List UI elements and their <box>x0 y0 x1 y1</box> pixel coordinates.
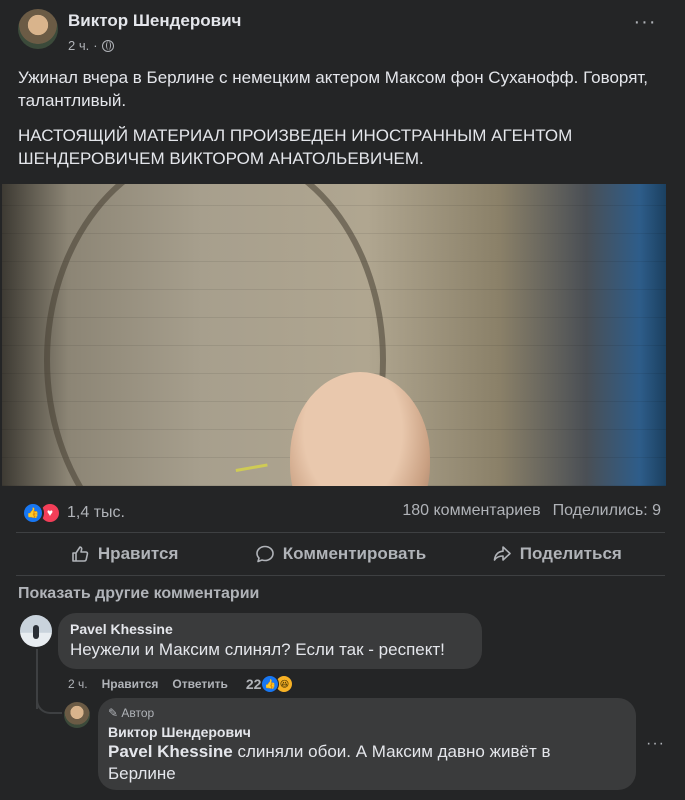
reply-bubble: ✎ Автор Виктор Шендерович Pavel Khessine… <box>98 698 636 790</box>
post-stats: 180 комментариев Поделились: 9 <box>402 502 661 520</box>
like-reaction-icon: 👍 <box>22 502 44 524</box>
reply-author-avatar[interactable] <box>64 702 90 728</box>
share-arrow-icon <box>492 544 512 564</box>
post-text-paragraph-2: НАСТОЯЩИЙ МАТЕРИАЛ ПРОИЗВЕДЕН ИНОСТРАННЫ… <box>18 126 573 168</box>
comment-meta: 2 ч. Нравится Ответить 22 👍 😆 <box>68 675 294 693</box>
reply-author-name[interactable]: Виктор Шендерович <box>108 724 251 740</box>
like-button[interactable]: Нравится <box>16 535 232 573</box>
author-badge: ✎ Автор <box>108 706 154 720</box>
share-button-label: Поделиться <box>519 544 622 563</box>
reply-text: Pavel Khessine слиняли обои. А Максим да… <box>108 741 618 785</box>
divider-bottom <box>16 575 665 576</box>
dot-separator: · <box>93 38 98 53</box>
post-meta: 2 ч. · <box>68 38 114 53</box>
post-time[interactable]: 2 ч. <box>68 38 89 53</box>
reactions-count: 1,4 тыс. <box>67 504 125 521</box>
post-options-button[interactable]: ··· <box>633 12 657 40</box>
author-name[interactable]: Виктор Шендерович <box>68 11 241 31</box>
reactions-summary[interactable]: 👍 ♥ 1,4 тыс. <box>22 502 125 524</box>
ellipsis-icon: ··· <box>633 11 657 33</box>
show-more-comments-link[interactable]: Показать другие комментарии <box>18 585 259 603</box>
post-photo[interactable] <box>2 184 666 486</box>
post-text-paragraph-1: Ужинал вчера в Берлине с немецким актеро… <box>18 68 649 110</box>
thumbs-up-icon <box>70 544 90 564</box>
comment-like-link[interactable]: Нравится <box>102 677 159 691</box>
comment-bubble-icon <box>255 544 275 564</box>
comment-button[interactable]: Комментировать <box>232 535 448 573</box>
mention-link[interactable]: Pavel Khessine <box>108 742 233 761</box>
like-button-label: Нравится <box>97 544 179 563</box>
commenter-name[interactable]: Pavel Khessine <box>70 621 173 637</box>
author-badge-label: Автор <box>121 706 155 720</box>
comment-text: Неужели и Максим слинял? Если так - респ… <box>70 640 445 659</box>
commenter-avatar[interactable] <box>20 615 52 647</box>
share-button[interactable]: Поделиться <box>449 535 665 573</box>
comment-reactions-count: 22 <box>245 676 262 692</box>
reply-options-button[interactable]: ··· <box>646 735 665 753</box>
comment-button-label: Комментировать <box>282 544 427 563</box>
comment-bubble: Pavel Khessine Неужели и Максим слинял? … <box>58 613 482 669</box>
comments-count-link[interactable]: 180 комментариев <box>402 502 540 520</box>
comment-time[interactable]: 2 ч. <box>68 677 88 691</box>
reply-connector <box>36 690 62 714</box>
comment-reactions[interactable]: 22 👍 😆 <box>246 675 294 693</box>
pencil-icon: ✎ <box>108 706 119 720</box>
ellipsis-icon: ··· <box>646 735 665 752</box>
globe-icon <box>101 39 114 52</box>
author-avatar[interactable] <box>18 9 58 49</box>
comment-reply-link[interactable]: Ответить <box>172 677 227 691</box>
post-actions-bar: Нравится Комментировать Поделиться <box>16 535 665 573</box>
divider-top <box>16 532 665 533</box>
shares-count-link[interactable]: Поделились: 9 <box>553 502 661 520</box>
